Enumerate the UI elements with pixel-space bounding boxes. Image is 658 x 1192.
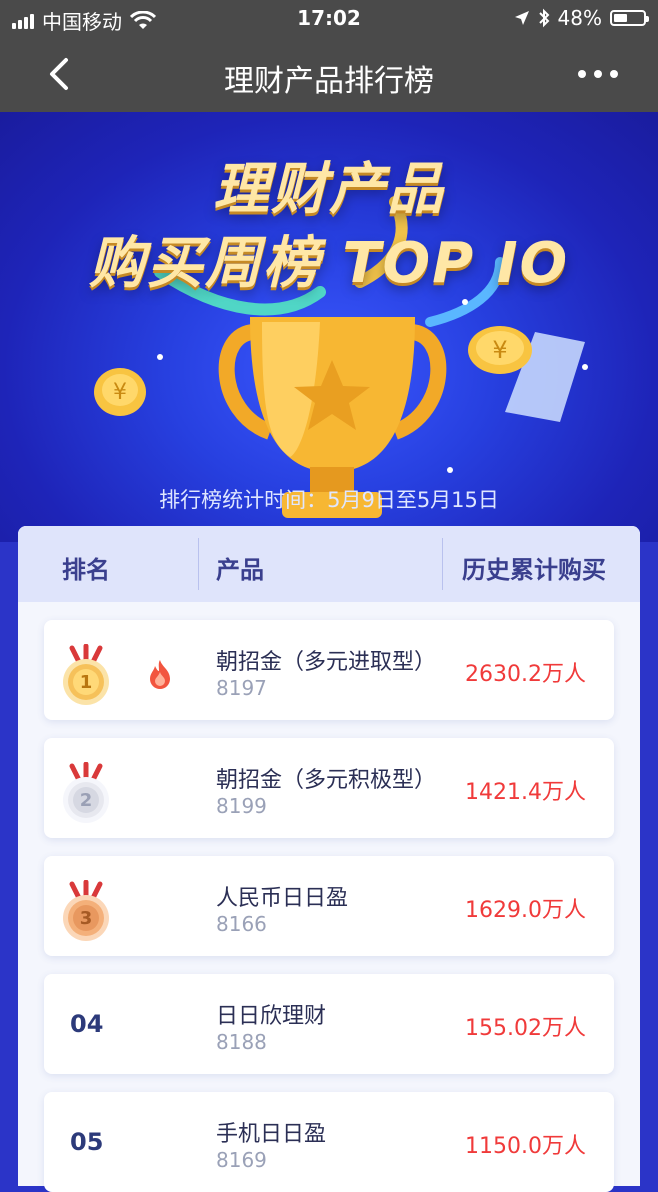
battery-icon xyxy=(610,10,649,26)
table-row[interactable]: 3 人民币日日盈 8166 1629.0万人 xyxy=(44,856,614,956)
stat-period: 排行榜统计时间：5月9日至5月15日 xyxy=(159,488,499,512)
silver-medal-icon: 2 xyxy=(56,761,116,824)
table-row[interactable]: 2 朝招金（多元积极型） 8199 1421.4万人 xyxy=(44,738,614,838)
bronze-medal-icon: 3 xyxy=(56,879,116,942)
svg-text:¥: ¥ xyxy=(492,336,507,364)
header-rank: 排名 xyxy=(62,556,110,584)
nav-bar: 理财产品排行榜 xyxy=(0,36,658,112)
rank-number: 2 xyxy=(79,790,93,811)
product-code: 8188 xyxy=(216,1030,267,1054)
rank-number: 04 xyxy=(70,1010,104,1038)
rank-number: 3 xyxy=(79,908,93,929)
location-icon xyxy=(514,11,529,25)
product-code: 8197 xyxy=(216,676,267,700)
product-code: 8169 xyxy=(216,1148,267,1172)
header-divider xyxy=(198,538,199,590)
battery-level xyxy=(614,14,627,22)
header-product: 产品 xyxy=(216,556,264,584)
table-header: 排名 产品 历史累计购买 xyxy=(18,526,640,602)
page-title: 理财产品排行榜 xyxy=(224,64,434,99)
header-divider xyxy=(442,538,443,590)
rank-number: 1 xyxy=(79,672,93,693)
table-row[interactable]: 05 手机日日盈 8169 1150.0万人 xyxy=(44,1092,614,1192)
gold-medal-icon: 1 xyxy=(56,643,116,706)
product-name: 人民币日日盈 xyxy=(216,886,349,911)
product-code: 8199 xyxy=(216,794,267,818)
product-name: 日日欣理财 xyxy=(216,1004,327,1029)
battery-percent: 48% xyxy=(557,6,602,30)
hero-title-line1: 理财产品 xyxy=(213,157,445,222)
product-name: 朝招金（多元进取型） xyxy=(216,650,437,675)
status-bar: 中国移动 17:02 48% xyxy=(0,0,658,36)
table-row[interactable]: 1 朝招金（多元进取型） 8197 2630.2万人 xyxy=(44,620,614,720)
status-right: 48% xyxy=(514,6,649,30)
svg-text:¥: ¥ xyxy=(113,380,127,405)
hero-banner: ¥ ¥ 理财产品 购买周榜 TOP IO 排行榜统计时间：5月9日至5月15日 xyxy=(0,112,658,542)
table-row[interactable]: 04 日日欣理财 8188 155.02万人 xyxy=(44,974,614,1074)
ranking-table: 排名 产品 历史累计购买 1 朝招金（多元进取型） 8197 2630.2万人 2 朝招金… xyxy=(18,526,640,1192)
purchase-count: 1150.0万人 xyxy=(465,1134,586,1159)
rank-number: 05 xyxy=(70,1128,104,1156)
purchase-count: 2630.2万人 xyxy=(465,662,586,687)
header-history: 历史累计购买 xyxy=(462,556,606,584)
fire-icon xyxy=(146,658,174,690)
more-icon[interactable] xyxy=(578,70,618,78)
bluetooth-icon xyxy=(538,8,549,28)
product-name: 朝招金（多元积极型） xyxy=(216,768,437,793)
purchase-count: 1629.0万人 xyxy=(465,898,586,923)
purchase-count: 1421.4万人 xyxy=(465,780,586,805)
product-code: 8166 xyxy=(216,912,267,936)
hero-title-line2: 购买周榜 TOP IO xyxy=(88,231,570,296)
purchase-count: 155.02万人 xyxy=(465,1016,586,1041)
product-name: 手机日日盈 xyxy=(216,1122,327,1147)
